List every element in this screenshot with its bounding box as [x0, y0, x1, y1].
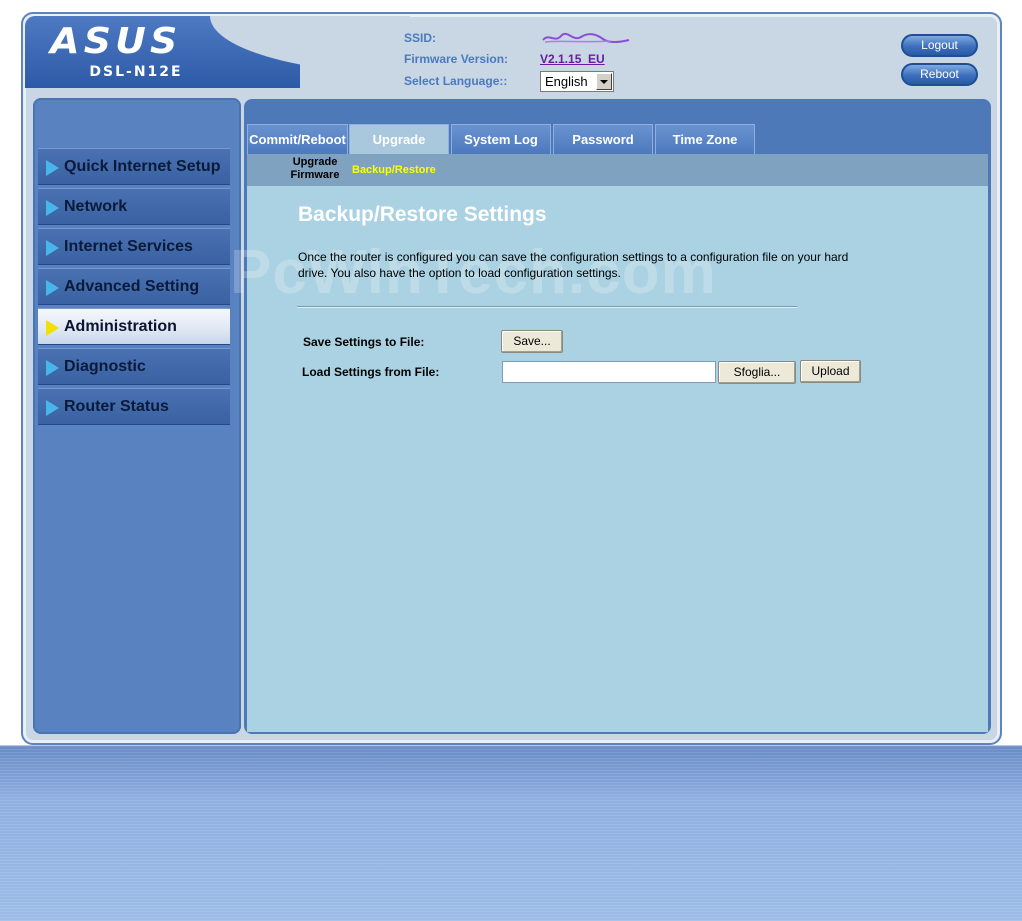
- sidebar-item-label: Advanced Setting: [64, 278, 200, 295]
- page-title: Backup/Restore Settings: [298, 203, 547, 226]
- asus-logo: ASUS: [50, 21, 182, 62]
- model-name: DSL-N12E: [89, 64, 183, 80]
- file-path-input[interactable]: [502, 361, 716, 383]
- sidebar-item-label: Quick Internet Setup: [64, 158, 221, 175]
- sidebar-item-quick-internet-setup[interactable]: Quick Internet Setup: [38, 148, 230, 185]
- arrow-right-icon: [46, 320, 59, 336]
- save-settings-label: Save Settings to File:: [303, 335, 425, 349]
- firmware-version-link[interactable]: V2.1.15_EU: [540, 52, 605, 66]
- upload-button[interactable]: Upload: [800, 360, 861, 383]
- subnav-upgrade-line2: Firmware: [290, 169, 340, 181]
- sidebar-item-internet-services[interactable]: Internet Services: [38, 228, 230, 265]
- sidebar-item-diagnostic[interactable]: Diagnostic: [38, 348, 230, 385]
- sidebar-item-label: Administration: [64, 318, 177, 335]
- tab-upgrade[interactable]: Upgrade: [349, 124, 449, 154]
- sidebar-item-label: Internet Services: [64, 238, 193, 255]
- subnav-backup-restore[interactable]: Backup/Restore: [352, 164, 436, 176]
- language-label: Select Language::: [404, 74, 508, 88]
- arrow-right-icon: [46, 160, 59, 176]
- sidebar-item-label: Network: [64, 198, 128, 215]
- tab-system-log[interactable]: System Log: [451, 124, 551, 154]
- page-description: Once the router is configured you can sa…: [298, 250, 849, 280]
- subnav-upgrade-line1: Upgrade: [292, 156, 338, 168]
- browse-button[interactable]: Sfoglia...: [718, 361, 796, 384]
- ssid-value-scribble: [541, 31, 631, 45]
- subnav-upgrade-firmware[interactable]: Upgrade Firmware: [287, 156, 343, 182]
- divider: [297, 306, 797, 308]
- language-select[interactable]: English: [540, 71, 614, 92]
- tab-password[interactable]: Password: [553, 124, 653, 154]
- logout-button[interactable]: Logout: [901, 34, 978, 57]
- arrow-right-icon: [46, 360, 59, 376]
- language-value: English: [545, 74, 588, 89]
- reboot-button[interactable]: Reboot: [901, 63, 978, 86]
- firmware-label: Firmware Version:: [404, 52, 509, 66]
- chevron-down-icon: [596, 73, 612, 90]
- background-stripes: [0, 746, 1022, 921]
- arrow-right-icon: [46, 200, 59, 216]
- sidebar-item-label: Diagnostic: [64, 358, 146, 375]
- load-settings-label: Load Settings from File:: [302, 365, 440, 379]
- arrow-right-icon: [46, 280, 59, 296]
- sub-navigation: Upgrade Firmware Backup/Restore: [247, 154, 988, 186]
- arrow-right-icon: [46, 240, 59, 256]
- sidebar-item-administration[interactable]: Administration: [38, 308, 230, 345]
- ssid-label: SSID:: [404, 31, 437, 45]
- save-button[interactable]: Save...: [501, 330, 563, 353]
- sidebar-item-router-status[interactable]: Router Status: [38, 388, 230, 425]
- tab-commit-reboot[interactable]: Commit/Reboot: [247, 124, 348, 154]
- sidebar-item-network[interactable]: Network: [38, 188, 230, 225]
- tab-time-zone[interactable]: Time Zone: [655, 124, 755, 154]
- sidebar-item-label: Router Status: [64, 398, 169, 415]
- sidebar-item-advanced-setting[interactable]: Advanced Setting: [38, 268, 230, 305]
- arrow-right-icon: [46, 400, 59, 416]
